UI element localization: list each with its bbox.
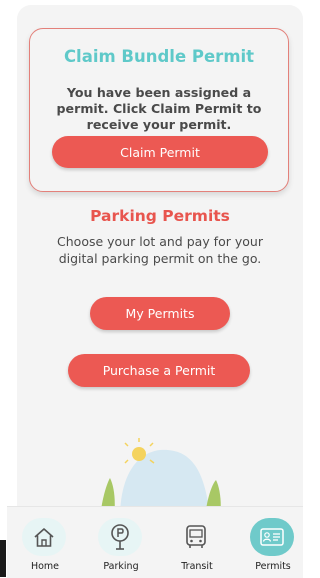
tab-label-home: Home: [30, 561, 60, 572]
tab-label-permits: Permits: [255, 561, 291, 572]
claim-permit-button[interactable]: Claim Permit: [52, 136, 268, 168]
claim-bundle-card: Claim Bundle Permit You have been assign…: [29, 28, 289, 192]
parking-meter-icon: [98, 518, 142, 556]
parking-permits-description: Choose your lot and pay for your digital…: [57, 234, 263, 266]
screen-edge: [0, 540, 6, 577]
purchase-permit-button[interactable]: Purchase a Permit: [68, 354, 250, 387]
my-permits-button[interactable]: My Permits: [90, 297, 230, 330]
bottom-tab-bar: Home Parking Transit Permits: [7, 506, 303, 578]
tab-label-transit: Transit: [181, 561, 213, 572]
tab-permits[interactable]: Permits: [236, 507, 310, 578]
bundle-title: Claim Bundle Permit: [63, 47, 255, 66]
home-icon: [22, 518, 66, 556]
parking-permits-title: Parking Permits: [90, 207, 230, 225]
bundle-message: You have been assigned a permit. Click C…: [56, 85, 262, 132]
bus-icon: [174, 518, 218, 556]
tab-parking[interactable]: Parking: [84, 507, 158, 578]
tab-home[interactable]: Home: [8, 507, 82, 578]
tab-transit[interactable]: Transit: [160, 507, 234, 578]
tab-label-parking: Parking: [103, 561, 139, 572]
permit-card-icon: [250, 518, 294, 556]
